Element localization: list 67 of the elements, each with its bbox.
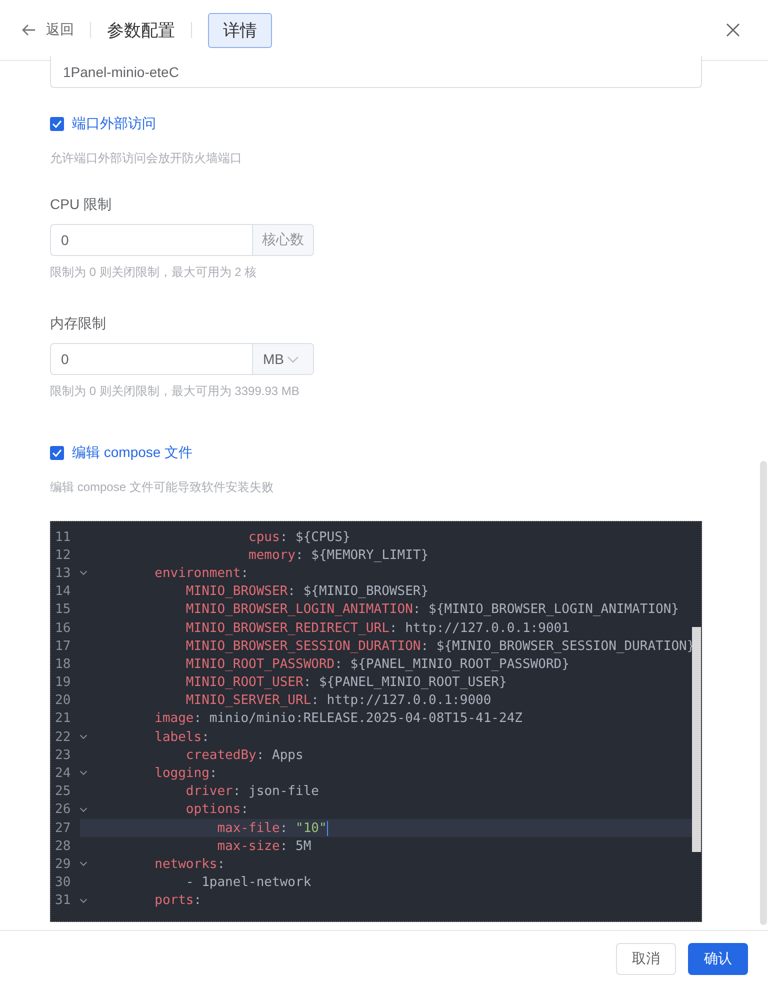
back-link[interactable]: 返回	[22, 21, 74, 39]
code-line: MINIO_ROOT_USER: ${PANEL_MINIO_ROOT_USER}	[184, 674, 508, 692]
checkbox-label[interactable]: 编辑 compose 文件	[72, 444, 193, 462]
line-number: 11	[54, 530, 72, 545]
chevron-down-icon	[287, 356, 299, 362]
code-line: ports:	[80, 892, 701, 910]
line-number: 29	[54, 856, 72, 872]
close-icon[interactable]	[726, 23, 740, 37]
line-number: 26	[54, 802, 72, 818]
tab[interactable]: 参数配置	[107, 12, 175, 48]
field-label: 内存限制	[50, 315, 107, 333]
code-line: - 1panel-network	[184, 874, 312, 892]
number-field[interactable]: 0 MB	[50, 343, 314, 375]
code-line: MINIO_BROWSER: ${MINIO_BROWSER}	[184, 583, 430, 601]
field-label: CPU 限制	[50, 196, 112, 214]
hint-text: 限制为 0 则关闭限制，最大可用为 2 核	[50, 264, 258, 281]
code-line: MINIO_BROWSER_REDIRECT_URL: http://127.0.0.1:9001	[184, 620, 570, 638]
number-field[interactable]: 0 核心数	[50, 224, 314, 256]
name-input[interactable]: 1Panel-minio-eteC	[50, 56, 702, 88]
code-line: MINIO_BROWSER_LOGIN_ANIMATION: ${MINIO_BROWSER_LOGIN_ANIMATION}	[184, 601, 680, 619]
code-line: MINIO_SERVER_URL: http://127.0.0.1:9000	[184, 692, 492, 710]
hint-text: 限制为 0 则关闭限制，最大可用为 3399.93 MB	[50, 383, 300, 400]
checkbox[interactable]	[50, 117, 64, 131]
tab[interactable]: 详情	[208, 12, 272, 48]
line-number: 24	[54, 766, 72, 782]
hint-text: 编辑 compose 文件可能导致软件安装失败	[50, 479, 274, 496]
line-number: 13	[54, 566, 72, 581]
check-icon	[52, 120, 62, 128]
code-line: cpus: ${CPUS}	[248, 528, 352, 546]
line-number: 22	[54, 730, 72, 745]
back-arrow-icon	[22, 24, 36, 36]
line-number: 27	[54, 820, 72, 836]
line-number: 20	[54, 693, 72, 708]
hint-text: 允许端口外部访问会放开防火墙端口	[50, 150, 243, 167]
line-number: 31	[54, 893, 72, 908]
line-number: 21	[54, 711, 72, 726]
check-icon	[52, 449, 62, 457]
code-line: MINIO_BROWSER_SESSION_DURATION: ${MINIO_BROWSER_SESSION_DURATION}	[184, 638, 696, 656]
code-line: networks:	[80, 855, 701, 874]
code-line: memory: ${MEMORY_LIMIT}	[248, 546, 430, 564]
code-line: max-size: 5M	[216, 838, 312, 856]
line-number: 28	[54, 838, 72, 854]
line-number: 15	[54, 602, 72, 618]
line-number: 30	[54, 875, 72, 890]
scrollbar[interactable]	[692, 627, 701, 852]
line-number: 25	[54, 784, 72, 800]
unit-select[interactable]: MB	[253, 344, 313, 374]
code-line: MINIO_ROOT_PASSWORD: ${PANEL_MINIO_ROOT_PASSWORD}	[184, 656, 570, 674]
checkbox-label[interactable]: 端口外部访问	[72, 115, 156, 133]
unit-label: 核心数	[253, 225, 313, 255]
cancel-button[interactable]: 取消	[616, 943, 676, 975]
code-line: environment:	[80, 564, 701, 583]
checkbox[interactable]	[50, 446, 64, 460]
code-editor[interactable]	[50, 521, 702, 922]
code-line: image: minio/minio:RELEASE.2025-04-08T15-41-24Z	[154, 710, 524, 728]
code-line: createdBy: Apps	[184, 746, 304, 764]
code-line: driver: json-file	[184, 783, 320, 801]
text-cursor	[326, 820, 328, 836]
line-number: 19	[54, 675, 72, 690]
scrollbar[interactable]	[760, 461, 767, 925]
line-number: 18	[54, 656, 72, 672]
line-number: 14	[54, 584, 72, 600]
line-number: 16	[54, 620, 72, 636]
line-number: 17	[54, 638, 72, 654]
line-number: 23	[54, 748, 72, 763]
line-number: 12	[54, 548, 72, 563]
confirm-button[interactable]: 确认	[688, 943, 748, 975]
